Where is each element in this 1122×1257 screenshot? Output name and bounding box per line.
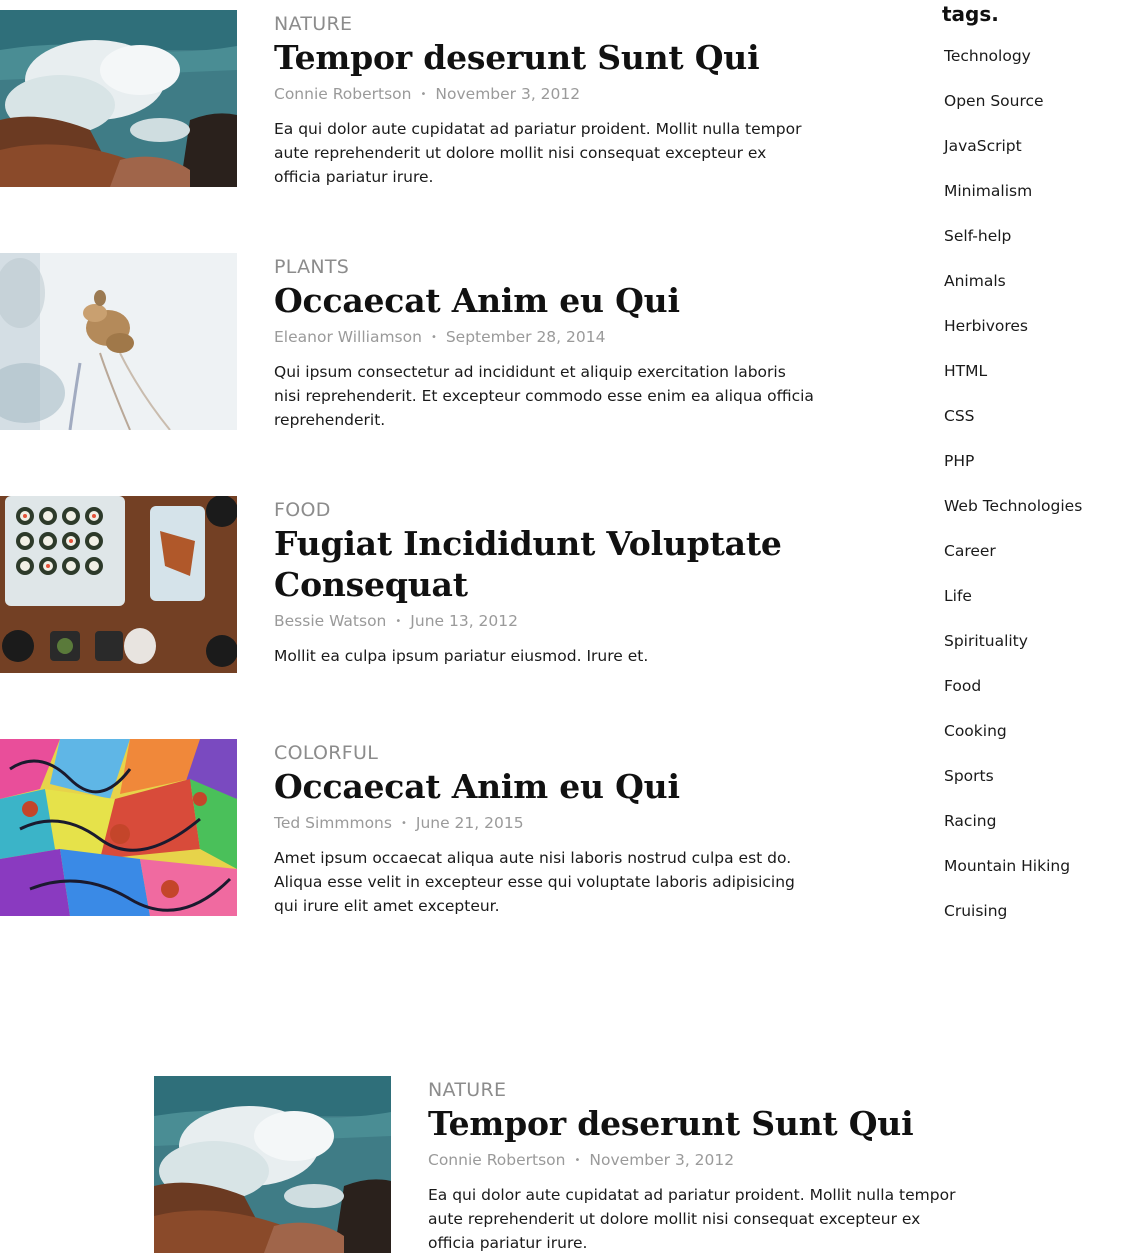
post-category[interactable]: PLANTS <box>274 254 814 280</box>
tag-list: Technology Open Source JavaScript Minima… <box>944 45 1082 945</box>
post-author[interactable]: Connie Robertson <box>428 1151 566 1169</box>
post-thumbnail[interactable] <box>0 10 237 187</box>
tag-link[interactable]: Spirituality <box>944 630 1082 675</box>
graffiti-image <box>0 739 237 916</box>
post-date: June 21, 2015 <box>415 814 524 832</box>
tag-link[interactable]: Cooking <box>944 720 1082 765</box>
post-category[interactable]: NATURE <box>428 1077 968 1103</box>
post-category[interactable]: FOOD <box>274 497 814 523</box>
post-date: June 13, 2012 <box>410 612 519 630</box>
tag-link[interactable]: Racing <box>944 810 1082 855</box>
tag-link[interactable]: JavaScript <box>944 135 1082 180</box>
meta-separator: • <box>420 88 427 100</box>
meta-separator: • <box>395 615 402 627</box>
post-title[interactable]: Occaecat Anim eu Qui <box>274 280 814 321</box>
post-thumbnail[interactable] <box>154 1076 391 1253</box>
sushi-image <box>0 496 237 673</box>
post-author[interactable]: Bessie Watson <box>274 612 386 630</box>
tag-link[interactable]: Web Technologies <box>944 495 1082 540</box>
post-date: September 28, 2014 <box>445 328 606 346</box>
post-thumbnail[interactable] <box>0 253 237 430</box>
post-meta: Connie Robertson • November 3, 2012 <box>428 1150 968 1171</box>
ocean-wave-image <box>0 10 237 187</box>
post-excerpt: Ea qui dolor aute cupidatat ad pariatur … <box>428 1185 956 1252</box>
post-excerpt: Ea qui dolor aute cupidatat ad pariatur … <box>274 119 802 186</box>
tag-link[interactable]: CSS <box>944 405 1082 450</box>
tag-link[interactable]: Mountain Hiking <box>944 855 1082 900</box>
post-date: November 3, 2012 <box>435 85 581 103</box>
tag-link[interactable]: HTML <box>944 360 1082 405</box>
post-excerpt: Amet ipsum occaecat aliqua aute nisi lab… <box>274 848 795 915</box>
post-excerpt: Mollit ea culpa ipsum pariatur eiusmod. … <box>274 646 649 665</box>
tags-heading: tags. <box>942 2 999 26</box>
post-meta: Connie Robertson • November 3, 2012 <box>274 84 814 105</box>
post-title[interactable]: Tempor deserunt Sunt Qui <box>274 37 814 78</box>
post-category[interactable]: COLORFUL <box>274 740 814 766</box>
ocean-wave-image <box>154 1076 391 1253</box>
tag-link[interactable]: Minimalism <box>944 180 1082 225</box>
tag-link[interactable]: Technology <box>944 45 1082 90</box>
tag-link[interactable]: Self-help <box>944 225 1082 270</box>
meta-separator: • <box>430 331 437 343</box>
post-date: November 3, 2012 <box>589 1151 735 1169</box>
tag-link[interactable]: Food <box>944 675 1082 720</box>
tag-link[interactable]: PHP <box>944 450 1082 495</box>
post-author[interactable]: Ted Simmmons <box>274 814 392 832</box>
post-author[interactable]: Connie Robertson <box>274 85 412 103</box>
post-excerpt: Qui ipsum consectetur ad incididunt et a… <box>274 362 814 429</box>
tag-link[interactable]: Open Source <box>944 90 1082 135</box>
tag-link[interactable]: Animals <box>944 270 1082 315</box>
post-title[interactable]: Tempor deserunt Sunt Qui <box>428 1103 968 1144</box>
meta-separator: • <box>574 1154 581 1166</box>
tag-link[interactable]: Herbivores <box>944 315 1082 360</box>
post-thumbnail[interactable] <box>0 739 237 916</box>
post-meta: Eleanor Williamson • September 28, 2014 <box>274 327 814 348</box>
post-meta: Bessie Watson • June 13, 2012 <box>274 611 814 632</box>
post-category[interactable]: NATURE <box>274 11 814 37</box>
meta-separator: • <box>400 817 407 829</box>
post-meta: Ted Simmmons • June 21, 2015 <box>274 813 814 834</box>
post-author[interactable]: Eleanor Williamson <box>274 328 422 346</box>
tag-link[interactable]: Life <box>944 585 1082 630</box>
plant-image <box>0 253 237 430</box>
post-title[interactable]: Fugiat Incididunt Voluptate Consequat <box>274 523 814 605</box>
tag-link[interactable]: Cruising <box>944 900 1082 945</box>
tag-link[interactable]: Sports <box>944 765 1082 810</box>
tag-link[interactable]: Career <box>944 540 1082 585</box>
post-thumbnail[interactable] <box>0 496 237 673</box>
post-title[interactable]: Occaecat Anim eu Qui <box>274 766 814 807</box>
